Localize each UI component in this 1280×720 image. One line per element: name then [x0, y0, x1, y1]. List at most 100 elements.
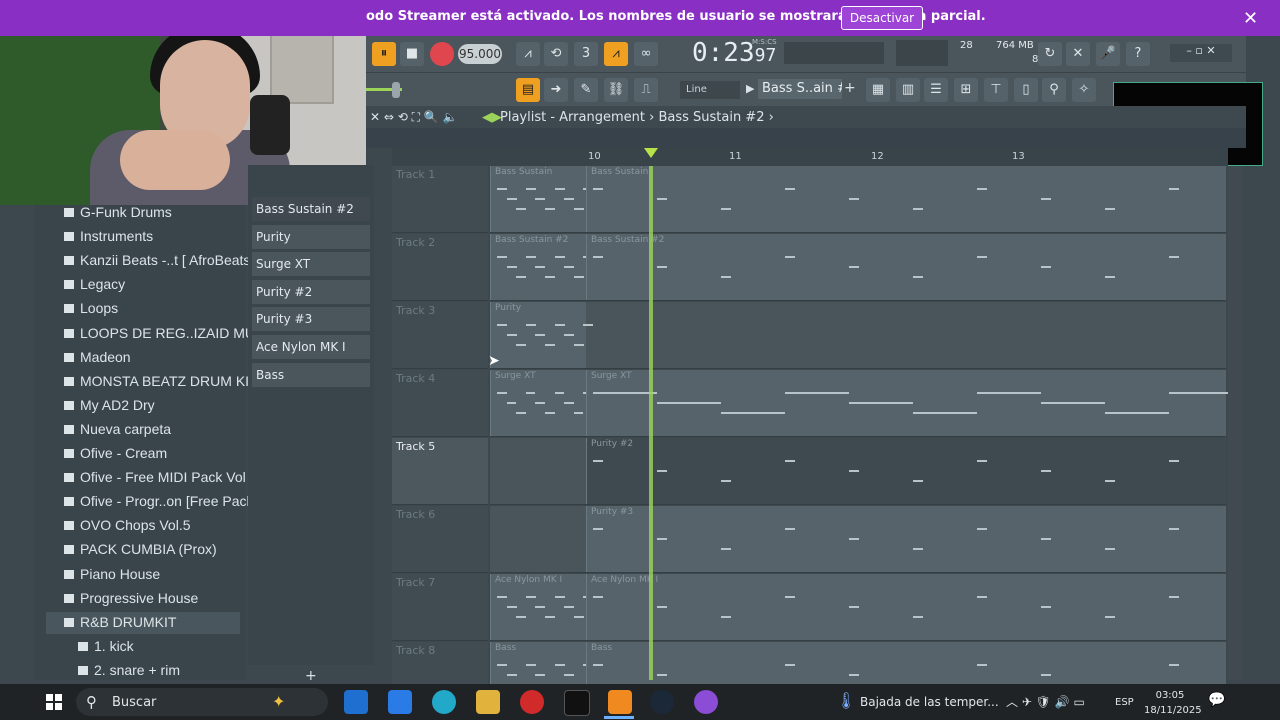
loop-record-icon[interactable]: ∞ — [634, 42, 658, 66]
browser-folder-item[interactable]: Madeon — [64, 349, 131, 365]
link-icon[interactable]: ⛓ — [604, 78, 628, 102]
help-icon[interactable]: ? — [1126, 42, 1150, 66]
play-icon[interactable]: ⏸ — [372, 42, 396, 66]
channel-rack-icon[interactable]: ☰ — [924, 78, 948, 102]
note-mark — [849, 606, 859, 608]
store-icon[interactable] — [388, 690, 412, 714]
steam-icon[interactable] — [650, 690, 674, 714]
sparkle-icon[interactable]: ✦ — [272, 692, 285, 711]
browser-folder-item[interactable]: Piano House — [64, 566, 160, 582]
playhead-marker[interactable] — [644, 148, 658, 158]
countdown-icon[interactable]: 3 — [574, 42, 598, 66]
browser-folder-item[interactable]: LOOPS DE REG..IZAID MUSIC — [64, 325, 278, 341]
pattern-clip[interactable]: Ace Nylon MK I — [586, 574, 1226, 640]
playlist-arrow-icon[interactable]: ◀▶ — [482, 110, 502, 125]
browser-folder-item[interactable]: 2. snare + rim — [78, 662, 180, 678]
file-explorer-icon[interactable] — [476, 690, 500, 714]
window-controls[interactable]: – ▫ ✕ — [1170, 44, 1232, 62]
taskbar-clock[interactable]: 03:05 18/11/2025 — [1144, 688, 1202, 718]
browser-folder-item[interactable]: Instruments — [64, 228, 153, 244]
stop-icon[interactable]: ■ — [400, 42, 424, 66]
plugin-icon[interactable]: ⚲ — [1042, 78, 1066, 102]
pattern-clip[interactable]: Bass Sustain #2 — [586, 234, 1226, 300]
browser-folder-item[interactable]: Legacy — [64, 276, 125, 292]
browser-folder-item[interactable]: My AD2 Dry — [64, 397, 155, 413]
browser-tree-icon[interactable]: ⊤ — [984, 78, 1008, 102]
note-mark — [525, 596, 536, 598]
pencil-icon[interactable]: ✎ — [574, 78, 598, 102]
deactivate-button[interactable]: Desactivar — [841, 6, 923, 30]
browser-folder-item[interactable]: G-Funk Drums — [64, 204, 172, 220]
tray-icons[interactable]: ︿ ✈ 🛡 🔊 ▭ — [1006, 693, 1085, 710]
refresh-icon[interactable]: ↻ — [1038, 42, 1062, 66]
windows-start-icon[interactable] — [46, 694, 62, 710]
pattern-selector[interactable]: Bass S..ain #2 — [758, 79, 842, 99]
terminal-icon[interactable] — [564, 690, 590, 716]
opera-icon[interactable] — [520, 690, 544, 714]
browser-folder-item[interactable]: PACK CUMBIA (Prox) — [64, 541, 217, 557]
pattern-clip[interactable]: Surge XT — [586, 370, 1233, 436]
wait-input-icon[interactable]: ⟲ — [544, 42, 568, 66]
playlist-icon[interactable]: ▤ — [516, 78, 540, 102]
browser-folder-item[interactable]: Loops — [64, 300, 118, 316]
microphone-icon[interactable]: 🎤 — [1096, 42, 1120, 66]
channel-item[interactable]: Surge XT — [252, 252, 370, 277]
channel-item[interactable]: Purity #2 — [252, 279, 370, 304]
pattern-clip[interactable]: Purity #2 — [586, 438, 1226, 504]
browser-folder-item[interactable]: Progressive House — [64, 590, 198, 606]
arrow-right-icon[interactable]: ➜ — [544, 78, 568, 102]
pattern-clip[interactable]: Ace Nylon MK I — [490, 574, 594, 640]
outlook-icon[interactable] — [344, 690, 368, 714]
add-pattern-icon[interactable]: + — [844, 80, 856, 96]
blend-notes-icon[interactable]: ⩘ — [604, 42, 628, 66]
channel-item[interactable]: Ace Nylon MK I — [252, 335, 370, 359]
browser-item-label: OVO Chops Vol.5 — [80, 517, 191, 534]
channel-item[interactable]: Purity — [252, 224, 370, 249]
record-icon[interactable] — [430, 42, 454, 66]
edge-icon[interactable] — [432, 690, 456, 714]
browser-folder-item[interactable]: MONSTA BEATZ DRUM KIT — [64, 373, 258, 389]
browser-folder-item[interactable]: Kanzii Beats -..t [ AfroBeats ] — [64, 252, 258, 268]
metronome-icon[interactable]: ⩘ — [516, 42, 540, 66]
pattern-prev-icon[interactable]: ▶ — [746, 82, 754, 95]
channel-item[interactable]: Purity #3 — [252, 307, 370, 332]
snap-selector[interactable]: Line — [680, 81, 740, 99]
discord-icon[interactable] — [694, 690, 718, 714]
channel-item[interactable]: Bass Sustain #2 — [252, 197, 370, 221]
fl-studio-icon[interactable] — [608, 690, 632, 714]
playlist-scrollbar[interactable] — [1228, 166, 1242, 680]
browser-folder-item[interactable]: R&B DRUMKIT — [64, 614, 176, 630]
close-icon[interactable]: ✕ — [1243, 8, 1258, 29]
browser-item-label: Kanzii Beats -..t [ AfroBeats ] — [80, 252, 259, 269]
tools-icon[interactable]: ✕ — [1066, 42, 1090, 66]
master-volume-knob[interactable] — [392, 82, 400, 98]
pattern-clip[interactable]: Surge XT — [490, 370, 593, 436]
weather-text[interactable]: Bajada de las temper... — [860, 695, 999, 709]
stamp-icon[interactable]: ⎍ — [634, 78, 658, 102]
wrench-icon[interactable]: ✧ — [1072, 78, 1096, 102]
pattern-clip[interactable]: Bass Sustain #2 — [490, 234, 594, 300]
notifications-icon[interactable]: 💬 — [1208, 692, 1225, 708]
input-language[interactable]: ESP — [1115, 697, 1134, 708]
browser-folder-item[interactable]: Ofive - Free MIDI Pack Vol 1 — [64, 469, 257, 485]
browser-folder-item[interactable]: Nueva carpeta — [64, 421, 171, 437]
playlist-overview[interactable] — [366, 128, 1246, 148]
pattern-clip[interactable]: Purity #3 — [586, 506, 1226, 572]
track-lane[interactable] — [490, 302, 1226, 369]
pattern-clip[interactable]: Bass Sustain — [586, 166, 1226, 232]
playlist-tools-icons[interactable]: ✕ ⇔ ⟲ ⛶ 🔍 🔈 — [370, 110, 458, 125]
mixer-icon[interactable]: ▦ — [866, 78, 890, 102]
piano-roll-icon[interactable]: ▥ — [896, 78, 920, 102]
browser-folder-item[interactable]: 1. kick — [78, 638, 134, 654]
add-channel-icon[interactable]: + — [305, 668, 317, 684]
note-mark — [1105, 616, 1115, 618]
faders-icon[interactable]: ⊞ — [954, 78, 978, 102]
pattern-clip[interactable]: Bass Sustain — [490, 166, 594, 232]
browser-folder-item[interactable]: Ofive - Progr..on [Free Pack] — [64, 493, 257, 509]
browser-folder-item[interactable]: OVO Chops Vol.5 — [64, 517, 191, 533]
browser-folder-item[interactable]: Ofive - Cream — [64, 445, 167, 461]
tempo-display[interactable]: 95.000 — [458, 44, 502, 64]
document-icon[interactable]: ▯ — [1014, 78, 1038, 102]
channel-item[interactable]: Bass — [252, 362, 370, 387]
pattern-clip[interactable]: Purity — [490, 302, 594, 368]
